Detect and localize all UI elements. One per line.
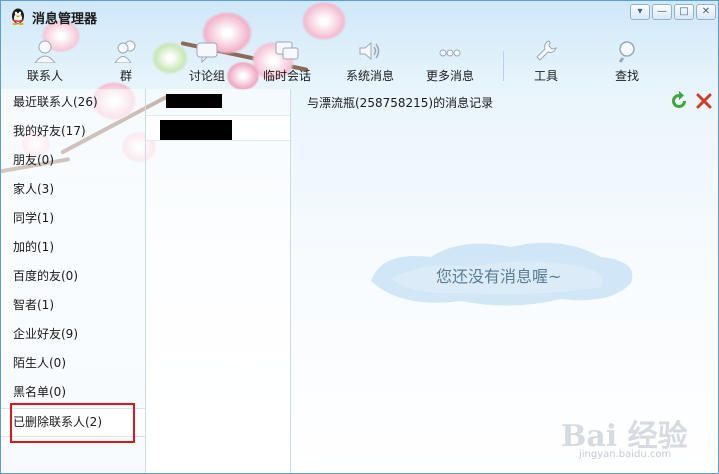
tab-label: 临时会话 <box>262 69 311 83</box>
settings-arrow-button[interactable]: ▾ <box>630 4 650 20</box>
group-item[interactable]: 企业好友(9) <box>1 321 145 350</box>
tab-label: 联系人 <box>26 69 63 83</box>
group-item[interactable]: 家人(3) <box>1 176 145 205</box>
discussion-icon <box>196 42 218 63</box>
contact-groups-panel: 最近联系人(26) 我的好友(17) 朋友(0) 家人(3) 同学(1) 加的(… <box>1 89 146 473</box>
tab-discussion[interactable]: 讨论组 <box>181 37 233 85</box>
tab-system-messages[interactable]: 系统消息 <box>339 37 401 85</box>
group-item[interactable]: 我的好友(17) <box>1 118 145 147</box>
tools-button[interactable]: 工具 <box>524 37 568 85</box>
redacted-contact-name <box>160 120 232 140</box>
group-item-selected[interactable]: 已删除联系人(2) <box>1 408 145 437</box>
message-manager-window: 消息管理器 ▾ — □ ✕ 联系人 群 讨论组 临时会话 系统消息 更多消息 工… <box>0 0 719 474</box>
toolbar-divider <box>503 51 504 81</box>
tab-label: 讨论组 <box>188 69 225 83</box>
window-title: 消息管理器 <box>32 12 98 27</box>
toolbar: 联系人 群 讨论组 临时会话 系统消息 更多消息 工具 查找 <box>1 37 718 85</box>
wrench-icon <box>536 40 557 61</box>
group-item[interactable]: 朋友(0) <box>1 147 145 176</box>
more-dots-icon <box>439 49 461 57</box>
empty-state-text: 您还没有消息喔~ <box>436 267 562 286</box>
group-item[interactable]: 智者(1) <box>1 292 145 321</box>
contact-item[interactable] <box>146 89 290 115</box>
group-item[interactable]: 黑名单(0) <box>1 379 145 408</box>
group-icon <box>114 40 136 63</box>
tab-label: 系统消息 <box>345 69 394 83</box>
close-button[interactable]: ✕ <box>696 4 716 20</box>
group-item[interactable]: 加的(1) <box>1 234 145 263</box>
tab-temp-chat[interactable]: 临时会话 <box>256 37 318 85</box>
group-item[interactable]: 陌生人(0) <box>1 350 145 379</box>
tab-groups[interactable]: 群 <box>106 37 146 85</box>
record-title: 与漂流瓶(258758215)的消息记录 <box>307 96 494 110</box>
contact-icon <box>34 40 56 63</box>
speaker-icon <box>359 41 380 61</box>
tab-more-messages[interactable]: 更多消息 <box>419 37 481 85</box>
minimize-button[interactable]: — <box>652 4 672 20</box>
title-bar: 消息管理器 ▾ — □ ✕ <box>1 1 718 31</box>
temp-chat-icon <box>275 41 299 60</box>
magnifier-icon <box>618 41 635 63</box>
tab-contacts[interactable]: 联系人 <box>19 37 71 85</box>
redacted-contact-name <box>166 94 222 108</box>
tool-label: 查找 <box>614 69 639 83</box>
tool-label: 工具 <box>533 69 558 83</box>
qq-penguin-icon <box>12 8 24 25</box>
group-item[interactable]: 同学(1) <box>1 205 145 234</box>
maximize-button[interactable]: □ <box>674 4 694 20</box>
tab-label: 群 <box>119 69 132 83</box>
tab-label: 更多消息 <box>425 69 474 83</box>
group-item[interactable]: 百度的友(0) <box>1 263 145 292</box>
delete-icon[interactable] <box>694 91 714 111</box>
contacts-list-panel <box>146 89 291 473</box>
group-item[interactable]: 最近联系人(26) <box>1 89 145 118</box>
search-button[interactable]: 查找 <box>605 37 649 85</box>
contact-item-selected[interactable] <box>146 115 290 141</box>
message-record-panel: 与漂流瓶(258758215)的消息记录 您还没有消息喔~ <box>291 89 718 473</box>
refresh-icon[interactable] <box>669 91 689 111</box>
